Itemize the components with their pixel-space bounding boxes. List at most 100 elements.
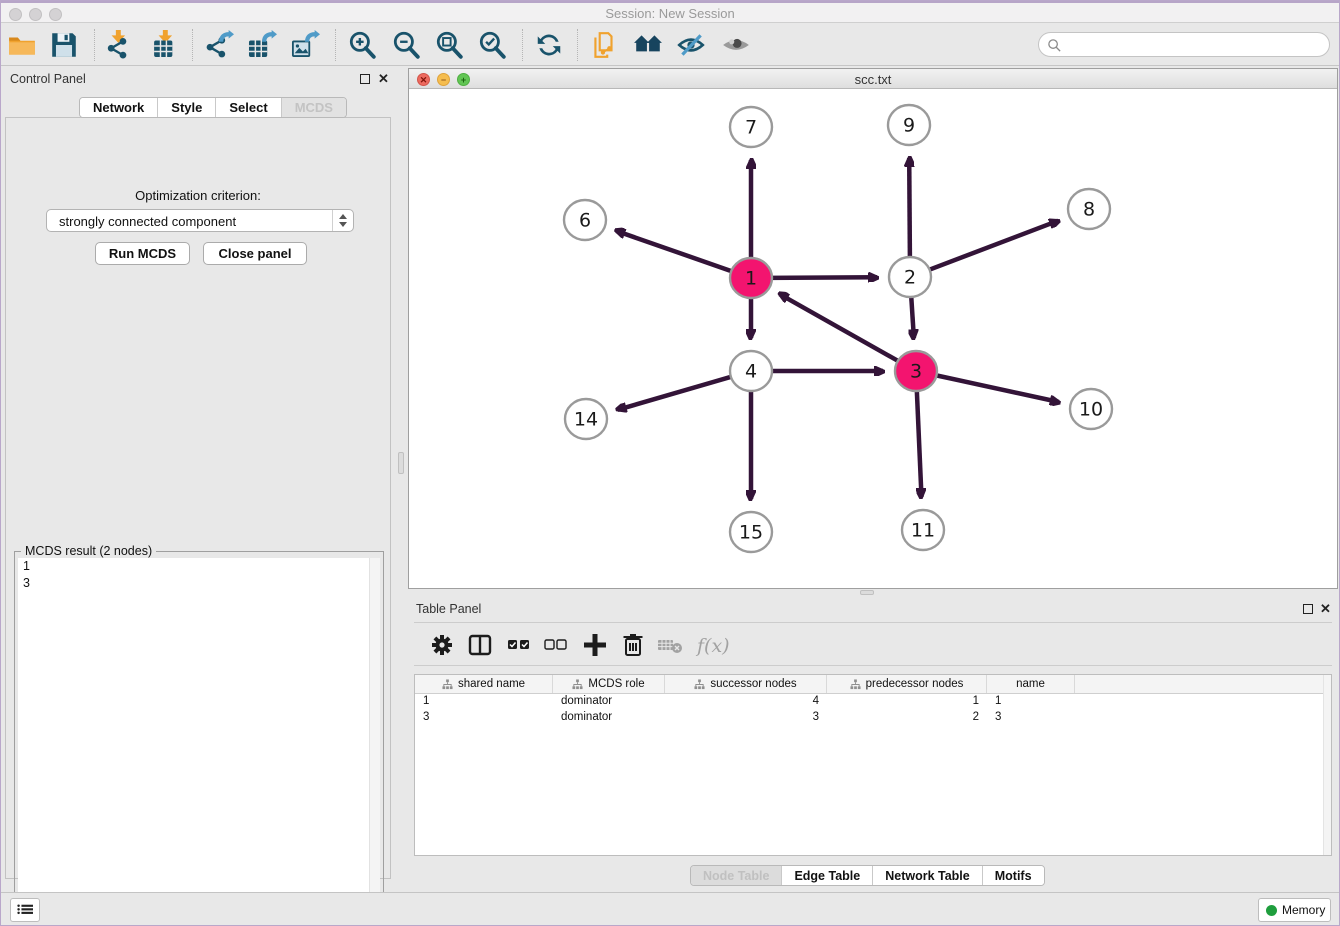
graph-node-4[interactable]: 4 <box>730 351 772 391</box>
show-all-icon[interactable] <box>719 28 753 62</box>
toolbar-separator <box>577 29 578 61</box>
search-icon <box>1047 38 1062 53</box>
export-table-icon[interactable] <box>245 28 279 62</box>
tab-node-table[interactable]: Node Table <box>691 866 782 885</box>
tab-network[interactable]: Network <box>80 98 158 117</box>
export-image-icon[interactable] <box>288 28 322 62</box>
graph-node-10[interactable]: 10 <box>1070 389 1112 429</box>
table-row[interactable]: 1dominator411 <box>415 694 1331 710</box>
table-cell: 3 <box>415 710 553 726</box>
add-column-icon[interactable] <box>581 631 609 659</box>
table-cell: 1 <box>415 694 553 710</box>
graph-edge-3-10[interactable] <box>935 375 1059 402</box>
refresh-icon[interactable] <box>532 28 566 62</box>
column-header-shared-name[interactable]: shared name <box>415 675 553 693</box>
run-mcds-button[interactable]: Run MCDS <box>95 242 190 265</box>
table-panel-titlebar: Table Panel ✕ <box>408 596 1338 622</box>
graph-edge-3-1[interactable] <box>780 294 900 362</box>
hide-selected-icon[interactable] <box>674 28 708 62</box>
network-window: ✕ − + scc.txt 1 2 3 4 6 7 8 9 10 11 <box>408 68 1338 589</box>
graph-node-9[interactable]: 9 <box>888 105 930 145</box>
table-cell: dominator <box>553 694 665 710</box>
column-header-name[interactable]: name <box>987 675 1075 693</box>
import-table-icon[interactable] <box>148 28 182 62</box>
zoom-in-icon[interactable] <box>345 28 379 62</box>
tab-edge-table[interactable]: Edge Table <box>782 866 873 885</box>
column-header-predecessor-nodes[interactable]: predecessor nodes <box>827 675 987 693</box>
function-builder-icon: f(x) <box>694 631 730 659</box>
show-column-icon[interactable] <box>466 631 494 659</box>
graph-edge-2-3[interactable] <box>911 296 914 338</box>
status-bar: Memory <box>0 892 1340 926</box>
deselect-all-icon[interactable] <box>542 631 570 659</box>
graph-node-7[interactable]: 7 <box>730 107 772 147</box>
graph-node-3[interactable]: 3 <box>895 351 937 391</box>
graph-edge-1-2[interactable] <box>770 277 877 278</box>
table-row[interactable]: 3dominator323 <box>415 710 1331 726</box>
network-window-titlebar[interactable]: ✕ − + scc.txt <box>409 69 1337 89</box>
graph-node-8[interactable]: 8 <box>1068 189 1110 229</box>
select-all-icon[interactable] <box>505 631 533 659</box>
horizontal-split-grip[interactable] <box>860 590 874 595</box>
mcds-result-area[interactable]: 13 <box>18 558 380 919</box>
close-panel-button[interactable]: Close panel <box>203 242 307 265</box>
memory-button[interactable]: Memory <box>1258 898 1331 922</box>
tab-network-table[interactable]: Network Table <box>873 866 983 885</box>
select-stepper-icon <box>332 210 353 231</box>
graph-node-label: 4 <box>745 361 757 383</box>
optimization-criterion-label: Optimization criterion: <box>6 188 390 203</box>
graph-node-14[interactable]: 14 <box>565 399 607 439</box>
delete-row-icon[interactable] <box>619 631 647 659</box>
tab-style[interactable]: Style <box>158 98 216 117</box>
table-settings-icon[interactable] <box>428 631 456 659</box>
open-session-icon[interactable] <box>5 28 39 62</box>
table-cell: 1 <box>827 694 987 710</box>
window-accent-strip <box>0 0 1340 3</box>
import-network-icon[interactable] <box>101 28 135 62</box>
column-header-successor-nodes[interactable]: successor nodes <box>665 675 827 693</box>
node-table: shared nameMCDS rolesuccessor nodesprede… <box>414 674 1332 856</box>
table-float-icon[interactable] <box>1303 604 1313 614</box>
table-close-icon[interactable]: ✕ <box>1320 601 1331 617</box>
graph-svg: 1 2 3 4 6 7 8 9 10 11 14 15 <box>409 89 1337 588</box>
graph-node-6[interactable]: 6 <box>564 200 606 240</box>
task-history-button[interactable] <box>10 898 40 922</box>
graph-node-11[interactable]: 11 <box>902 510 944 550</box>
result-scrollbar[interactable] <box>369 558 380 919</box>
graph-edge-2-9[interactable] <box>909 158 910 258</box>
table-scrollbar[interactable] <box>1323 675 1331 855</box>
tab-select[interactable]: Select <box>216 98 281 117</box>
graph-edge-3-11[interactable] <box>917 390 922 497</box>
graph-edge-2-8[interactable] <box>928 221 1058 271</box>
vertical-split-grip[interactable] <box>398 452 404 474</box>
zoom-fit-icon[interactable] <box>432 28 466 62</box>
table-cell: dominator <box>553 710 665 726</box>
table-cell: 1 <box>987 694 1075 710</box>
first-neighbors-icon[interactable] <box>587 28 621 62</box>
mcds-result-box: MCDS result (2 nodes) 13 <box>14 551 384 923</box>
zoom-selected-icon[interactable] <box>475 28 509 62</box>
graph-edge-4-14[interactable] <box>618 376 733 410</box>
save-session-icon[interactable] <box>47 28 81 62</box>
export-network-icon[interactable] <box>202 28 236 62</box>
close-panel-icon[interactable]: ✕ <box>378 71 389 87</box>
float-panel-icon[interactable] <box>360 74 370 84</box>
graph-node-2[interactable]: 2 <box>889 257 931 297</box>
main-toolbar <box>0 23 1340 66</box>
search-input[interactable] <box>1067 34 1322 55</box>
criterion-select[interactable]: strongly connected component <box>46 209 354 232</box>
zoom-out-icon[interactable] <box>389 28 423 62</box>
control-panel-title: Control Panel <box>10 72 86 86</box>
search-box[interactable] <box>1038 32 1330 57</box>
network-canvas[interactable]: 1 2 3 4 6 7 8 9 10 11 14 15 <box>409 89 1337 588</box>
graph-node-15[interactable]: 15 <box>730 512 772 552</box>
tab-mcds[interactable]: MCDS <box>282 98 346 117</box>
graph-node-1[interactable]: 1 <box>730 258 772 298</box>
tree-icon <box>572 679 583 690</box>
column-header-MCDS-role[interactable]: MCDS role <box>553 675 665 693</box>
toolbar-separator <box>522 29 523 61</box>
home-layout-icon[interactable] <box>631 28 665 62</box>
tab-motifs[interactable]: Motifs <box>983 866 1044 885</box>
control-panel-tabs: Network Style Select MCDS <box>79 97 347 118</box>
graph-edge-1-6[interactable] <box>616 231 733 272</box>
